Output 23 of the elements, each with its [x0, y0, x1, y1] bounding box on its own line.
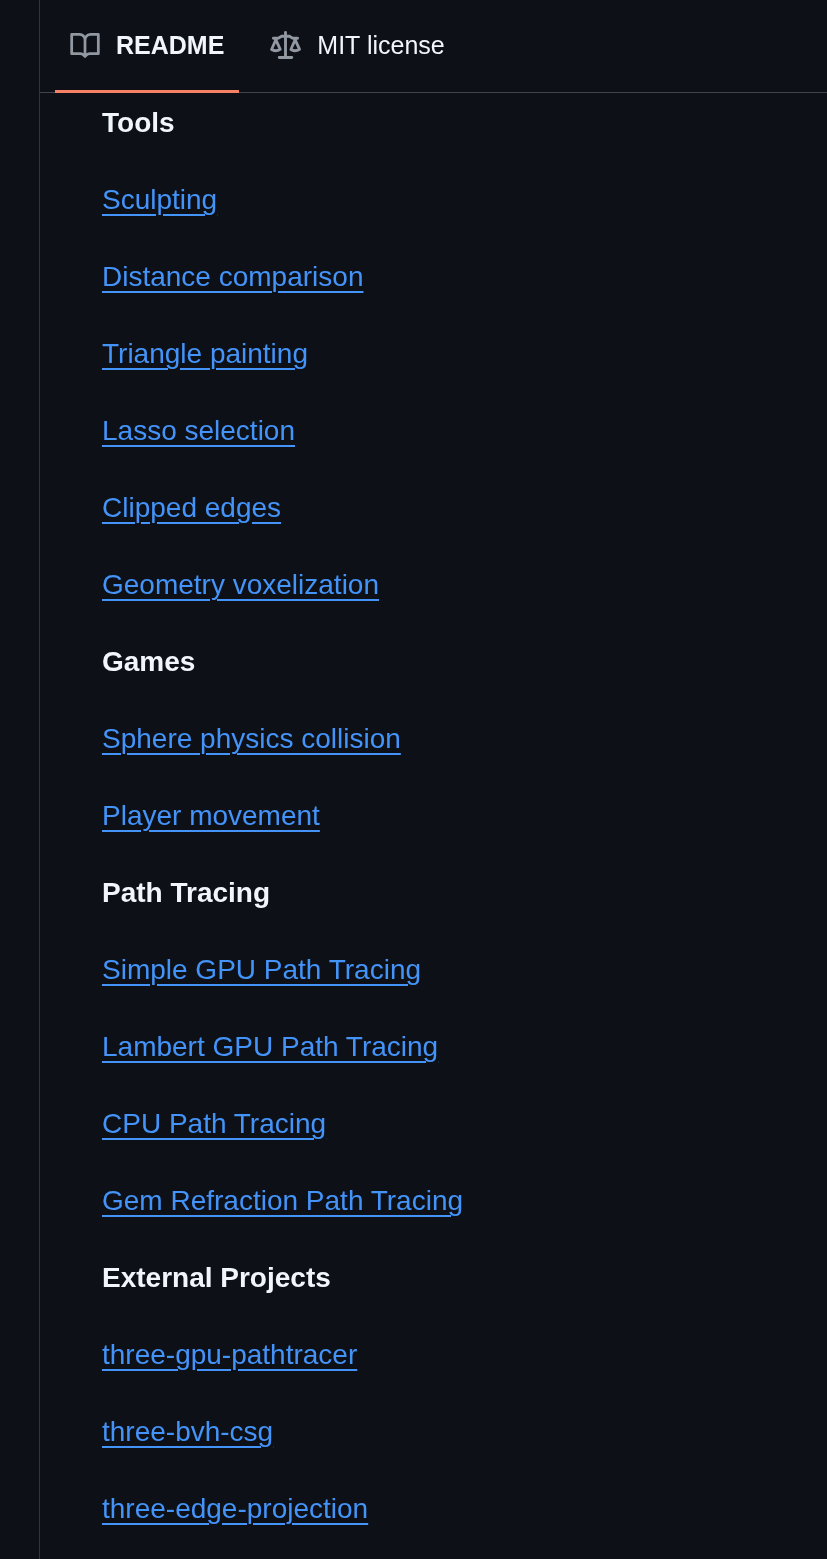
section-heading: External Projects [102, 1261, 331, 1295]
section-heading: Path Tracing [102, 876, 271, 910]
link[interactable]: CPU Path Tracing [102, 1104, 327, 1144]
link[interactable]: three-edge-projection [102, 1489, 369, 1529]
book-icon [70, 32, 100, 58]
link[interactable]: Player movement [102, 796, 320, 836]
link[interactable]: Geometry voxelization [102, 565, 379, 605]
tab[interactable]: MIT license [255, 0, 460, 93]
link[interactable]: three-bvh-csg [102, 1412, 274, 1452]
link[interactable]: Simple GPU Path Tracing [102, 950, 422, 990]
section-heading: Tools [102, 106, 175, 140]
link[interactable]: Lambert GPU Path Tracing [102, 1027, 439, 1067]
scale-icon [270, 31, 302, 59]
link[interactable]: Lasso selection [102, 411, 295, 451]
link[interactable]: Sphere physics collision [102, 719, 401, 759]
link[interactable]: Gem Refraction Path Tracing [102, 1181, 464, 1221]
tab[interactable]: README [55, 0, 240, 93]
link[interactable]: three-gpu-pathtracer [102, 1335, 358, 1375]
link[interactable]: Sculpting [102, 180, 218, 220]
section-heading: Games [102, 645, 196, 679]
link[interactable]: Clipped edges [102, 488, 282, 528]
link[interactable]: Distance comparison [102, 257, 364, 297]
link[interactable]: Triangle painting [102, 334, 308, 374]
